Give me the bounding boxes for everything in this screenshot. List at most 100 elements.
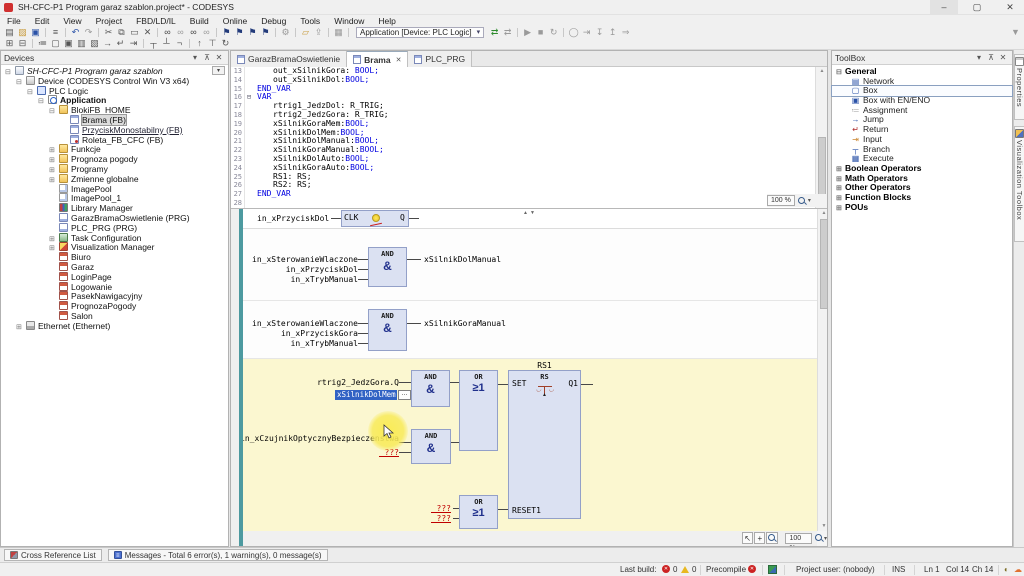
insert-assignment-icon[interactable]: ≔	[36, 38, 49, 49]
find-icon[interactable]: ∞	[161, 27, 174, 38]
code-line[interactable]: 25RS1: RS;	[231, 173, 827, 182]
insert-empty-box-icon[interactable]: ▥	[75, 38, 88, 49]
tree-item-sh-cfc-p1-program-garaz-szablon[interactable]: ⊟SH-CFC-P1 Program garaz szablon▾	[1, 66, 228, 76]
menu-window[interactable]: Window	[327, 16, 371, 26]
active-application-combo[interactable]: Application [Device: PLC Logic] ▾	[356, 27, 484, 38]
or-block[interactable]: OR ≥1	[459, 370, 498, 451]
tab-plc-prg[interactable]: PLC_PRG	[408, 51, 472, 67]
bookmark-toggle-icon[interactable]: ⚑	[220, 27, 233, 38]
insert-jump-icon[interactable]: →	[101, 38, 114, 49]
expander-icon[interactable]: ⊟	[836, 68, 845, 78]
toolbox-item-box-with-en-eno[interactable]: ▣Box with EN/ENO	[832, 96, 1012, 106]
tab-brama[interactable]: Brama✕	[347, 51, 408, 67]
operand-label[interactable]: in_xSterowanieWlaczone	[231, 255, 358, 264]
scrollbar-thumb[interactable]	[818, 137, 826, 195]
insert-box-icon[interactable]: ▢	[49, 38, 62, 49]
menu-view[interactable]: View	[56, 16, 88, 26]
operand-label[interactable]: xSilnikGoraManual	[424, 319, 506, 328]
browse-button[interactable]: ...	[398, 390, 411, 400]
toolbox-item-network[interactable]: ▤Network	[832, 77, 1012, 87]
tree-item-ethernet-ethernet[interactable]: ⊞Ethernet (Ethernet)	[1, 321, 228, 331]
scroll-up-icon[interactable]: ▲	[818, 209, 827, 218]
step-over-icon[interactable]: ⇥	[580, 27, 593, 38]
generate-code-icon[interactable]: ▱	[299, 27, 312, 38]
menu-tools[interactable]: Tools	[293, 16, 327, 26]
code-line[interactable]: 28	[231, 199, 827, 208]
tree-item-zmienne-globalne[interactable]: ⊞Zmienne globalne	[1, 174, 228, 184]
tree-item-imagepool[interactable]: ImagePool	[1, 184, 228, 194]
fold-icon[interactable]: ⊟	[245, 93, 253, 102]
tree-item-garazbramaoswietlenie-prg[interactable]: GarazBramaOswietlenie (PRG)	[1, 213, 228, 223]
operand-label[interactable]: in_xTrybManual	[231, 339, 358, 348]
step-into-icon[interactable]: ↧	[593, 27, 606, 38]
cut-icon[interactable]: ✂	[102, 27, 115, 38]
tree-item-roleta-fb-cfc-fb[interactable]: Roleta_FB_CFC (FB)	[1, 135, 228, 145]
zoom-mode-button[interactable]	[766, 532, 778, 544]
toolbox-item-input[interactable]: ⇥Input	[832, 135, 1012, 145]
toolbox-item-assignment[interactable]: ≔Assignment	[832, 106, 1012, 116]
code-line[interactable]: 15END_VAR	[231, 85, 827, 94]
insert-network-icon[interactable]: ⊞	[3, 38, 16, 49]
code-line[interactable]: 26RS2: RS;	[231, 181, 827, 190]
breakpoint-icon[interactable]: ◯	[567, 27, 580, 38]
fbd-scrollbar[interactable]: ▲ ▼	[817, 209, 827, 531]
insert-operator-icon[interactable]: ▧	[88, 38, 101, 49]
tree-item-biuro[interactable]: Biuro	[1, 252, 228, 262]
tree-item-application[interactable]: ⊟Application	[1, 95, 228, 105]
rs-block[interactable]: RS ◡◡▲ SET Q1 RESET1	[508, 370, 581, 519]
declaration-scrollbar[interactable]: ▲ ▼	[815, 67, 827, 208]
menu-online[interactable]: Online	[216, 16, 255, 26]
magnifier-icon[interactable]	[814, 533, 823, 543]
profiler-icon[interactable]: ◐	[1004, 565, 1009, 575]
undo-icon[interactable]: ↶	[69, 27, 82, 38]
maximize-button[interactable]: ▢	[963, 0, 991, 15]
edge-detection-icon[interactable]: ↑	[193, 38, 206, 49]
tree-item-plc-logic[interactable]: ⊟PLC Logic	[1, 86, 228, 96]
cloud-icon[interactable]: ☁	[1014, 565, 1022, 575]
tree-item-funkcje[interactable]: ⊞Funkcje	[1, 144, 228, 154]
tree-item-imagepool-1[interactable]: ImagePool_1	[1, 193, 228, 203]
tree-item-prognozapogody[interactable]: PrognozaPogody	[1, 301, 228, 311]
delete-icon[interactable]: ✕	[141, 27, 154, 38]
tree-item-brama-fb[interactable]: Brama (FB)	[1, 115, 228, 125]
tree-item-prognoza-pogody[interactable]: ⊞Prognoza pogody	[1, 154, 228, 164]
missing-operand-label[interactable]: ???	[431, 504, 451, 513]
login-icon[interactable]: ⇄	[488, 27, 501, 38]
print-icon[interactable]: ≡	[49, 27, 62, 38]
tree-item-garaz[interactable]: Garaz	[1, 262, 228, 272]
find-next-icon[interactable]: ∞	[174, 27, 187, 38]
build-icon[interactable]: ⚙	[279, 27, 292, 38]
expander-icon[interactable]: ⊞	[16, 323, 25, 333]
bookmark-previous-icon[interactable]: ⚑	[246, 27, 259, 38]
toolbox-item-jump[interactable]: →Jump	[832, 115, 1012, 125]
tab-garazbramaoswietlenie[interactable]: GarazBramaOswietlenie	[231, 51, 347, 67]
zoom-level[interactable]: 100 %	[767, 195, 795, 206]
operand-label[interactable]: in_xPrzyciskGora	[231, 329, 358, 338]
splitter-collapse-icons[interactable]: ▲▼	[523, 210, 537, 216]
tab-cross-reference-list[interactable]: Cross Reference List	[4, 549, 102, 561]
menu-file[interactable]: File	[0, 16, 28, 26]
tree-item-blokifb-home[interactable]: ⊟BlokiFB_HOME	[1, 105, 228, 115]
close-button[interactable]: ✕	[996, 0, 1024, 15]
and-block[interactable]: AND &	[368, 247, 407, 287]
operand-label[interactable]: rtrig2_JedzGora.Q	[231, 378, 399, 387]
tree-root-dropdown[interactable]: ▾	[212, 66, 225, 75]
insert-return-icon[interactable]: ↵	[114, 38, 127, 49]
find-all-icon[interactable]: ∞	[187, 27, 200, 38]
minimize-button[interactable]: –	[930, 0, 958, 15]
toolbox-group-pous[interactable]: ⊞POUs	[832, 203, 1012, 213]
tree-item-logowanie[interactable]: Logowanie	[1, 282, 228, 292]
open-project-icon[interactable]: ▨	[16, 27, 29, 38]
tree-item-programy[interactable]: ⊞Programy	[1, 164, 228, 174]
insert-branch-icon[interactable]: ┬	[147, 38, 160, 49]
and-block[interactable]: AND &	[411, 429, 451, 464]
pin-icon[interactable]: ⊼	[985, 53, 997, 62]
tree-item-visualization-manager[interactable]: ⊞Visualization Manager	[1, 242, 228, 252]
missing-operand-label[interactable]: ???	[431, 514, 451, 523]
code-line[interactable]: 27END_VAR	[231, 190, 827, 199]
network-5-selected[interactable]: 5 RS1 rtrig2_JedzGora.Q xSilnikDolMem ..…	[231, 359, 827, 531]
menu-build[interactable]: Build	[183, 16, 216, 26]
negate-icon[interactable]: ¬	[173, 38, 186, 49]
tree-item-plc-prg-prg[interactable]: PLC_PRG (PRG)	[1, 223, 228, 233]
tree-item-loginpage[interactable]: LoginPage	[1, 272, 228, 282]
